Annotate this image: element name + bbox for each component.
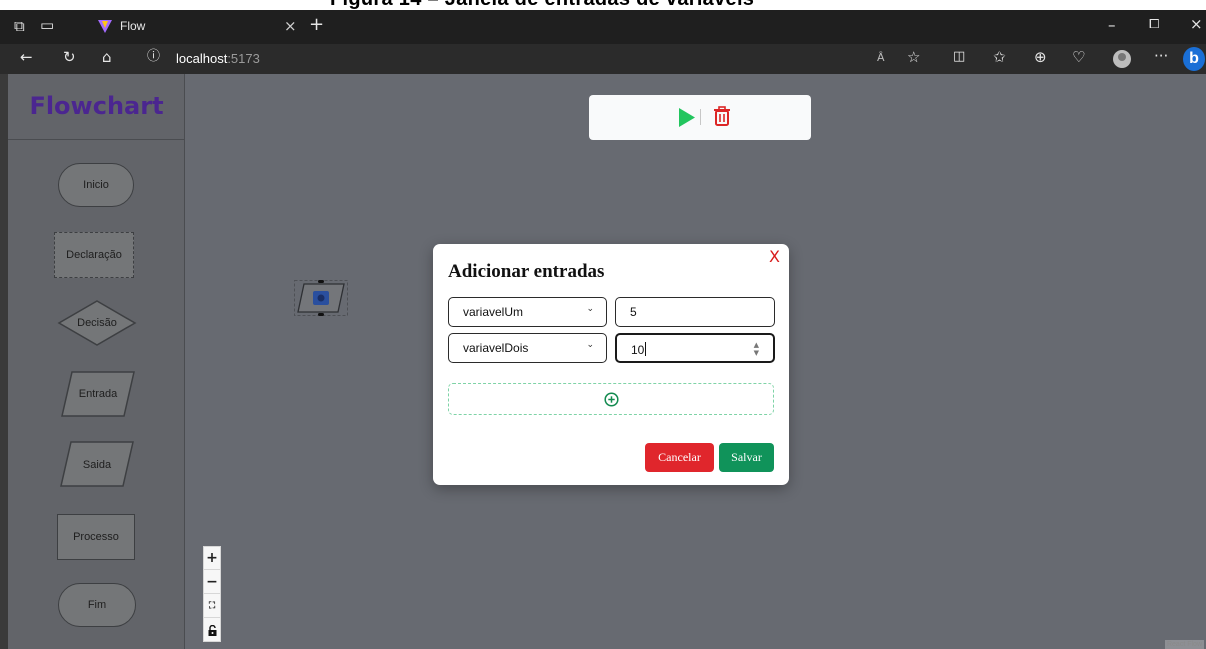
minimize-icon[interactable]: – <box>1108 18 1116 33</box>
shape-palette-sidebar: Flowchart Inicio Declaração Decisão Entr… <box>8 74 185 649</box>
save-button[interactable]: Salvar <box>719 443 774 472</box>
value-input-1[interactable]: 5 <box>615 297 775 327</box>
new-tab-icon[interactable]: + <box>309 16 324 34</box>
lock-icon <box>208 625 216 636</box>
variable-select-2[interactable]: variavelDois ⌄ <box>448 333 607 363</box>
palette-label: Saida <box>82 459 112 471</box>
tab-close-icon[interactable]: × <box>284 17 297 35</box>
brand-header: Flowchart <box>8 74 185 140</box>
palette-label: Inicio <box>83 179 109 191</box>
palette-label: Entrada <box>78 388 118 400</box>
browser-tab-bar: ⧉ ▭ Flow × + – ⧠ × <box>0 10 1206 44</box>
plus-circle-icon <box>604 392 619 407</box>
collections-icon[interactable]: ⊕ <box>1034 50 1047 65</box>
variable-select-value: variavelUm <box>463 305 524 319</box>
flow-controls: + − ⛶ <box>203 546 221 642</box>
modal-title: Adicionar entradas <box>448 261 605 282</box>
workspaces-icon[interactable]: ⧉ <box>14 19 25 34</box>
value-input-text: 10 <box>631 342 647 357</box>
trash-icon[interactable] <box>713 106 731 127</box>
reload-icon[interactable]: ↻ <box>63 50 76 65</box>
window-edge <box>0 74 8 649</box>
chevron-down-icon: ⌄ <box>586 304 594 314</box>
favorite-star-icon[interactable]: ☆ <box>907 50 920 65</box>
flow-toolbar <box>589 95 811 140</box>
play-icon[interactable] <box>678 107 696 128</box>
value-input-2[interactable]: 10 ▲ ▼ <box>615 333 775 363</box>
variable-select-value: variavelDois <box>463 341 529 355</box>
copilot-icon[interactable]: b <box>1183 47 1205 71</box>
tab-flow[interactable]: Flow × <box>92 10 304 44</box>
restore-icon[interactable]: ⧠ <box>1149 18 1159 31</box>
flow-app: Flowchart Inicio Declaração Decisão Entr… <box>8 74 1206 649</box>
palette-label: Fim <box>87 599 107 611</box>
palette-label: Decisão <box>77 317 117 329</box>
site-info-icon[interactable]: ⓘ <box>147 50 160 63</box>
lock-button[interactable] <box>204 619 220 642</box>
palette-fim[interactable]: Fim <box>58 583 136 627</box>
read-aloud-icon[interactable]: Ȃ <box>877 52 885 63</box>
profile-avatar[interactable] <box>1113 50 1131 68</box>
zoom-in-button[interactable]: + <box>204 547 220 570</box>
browser-essentials-icon[interactable]: ♡ <box>1072 50 1085 65</box>
figure-caption-strip: Figura 14 – Janela de entradas de variáv… <box>0 0 1206 10</box>
toolbar-separator <box>700 109 701 125</box>
palette-declaracao[interactable]: Declaração <box>54 232 134 278</box>
brand-title: Flowchart <box>29 92 164 120</box>
palette-inicio[interactable]: Inicio <box>58 163 134 207</box>
back-icon[interactable]: ← <box>20 50 33 65</box>
close-icon[interactable]: X <box>769 247 780 266</box>
add-inputs-modal: Adicionar entradas X variavelUm ⌄ 5 vari… <box>433 244 789 485</box>
split-screen-icon[interactable]: ◫ <box>953 50 965 63</box>
zoom-out-button[interactable]: − <box>204 571 220 594</box>
url-host: localhost <box>176 51 228 66</box>
palette-label: Declaração <box>66 249 122 261</box>
canvas-node-input[interactable] <box>294 280 348 316</box>
text-caret <box>645 342 647 356</box>
home-icon[interactable]: ⌂ <box>102 50 112 65</box>
figure-caption: Figura 14 – Janela de entradas de variáv… <box>330 0 754 10</box>
palette-label: Processo <box>73 531 119 543</box>
browser-nav-bar: ← ↻ ⌂ ⓘ localhost:5173 Ȃ ☆ ◫ ✩ ⊕ ♡ ··· … <box>0 44 1206 74</box>
address-bar[interactable]: localhost:5173 <box>176 51 260 66</box>
fit-view-button[interactable]: ⛶ <box>204 595 220 618</box>
chevron-down-icon: ⌄ <box>586 340 594 350</box>
tab-title: Flow <box>120 19 146 33</box>
vite-logo-icon <box>98 20 112 33</box>
value-input-text: 5 <box>630 305 637 319</box>
tab-actions-icon[interactable]: ▭ <box>40 18 54 33</box>
add-input-row-button[interactable] <box>448 383 774 415</box>
palette-processo[interactable]: Processo <box>57 514 135 560</box>
number-spinner-icon[interactable]: ▲ ▼ <box>754 341 759 357</box>
close-window-icon[interactable]: × <box>1190 17 1203 32</box>
value-input-value: 10 <box>631 343 645 357</box>
url-port: :5173 <box>227 51 260 66</box>
variable-select-1[interactable]: variavelUm ⌄ <box>448 297 607 327</box>
cancel-button[interactable]: Cancelar <box>645 443 714 472</box>
react-flow-attribution[interactable]: React Flow <box>1164 640 1204 649</box>
favorites-icon[interactable]: ✩ <box>993 50 1006 65</box>
more-icon[interactable]: ··· <box>1154 49 1168 64</box>
